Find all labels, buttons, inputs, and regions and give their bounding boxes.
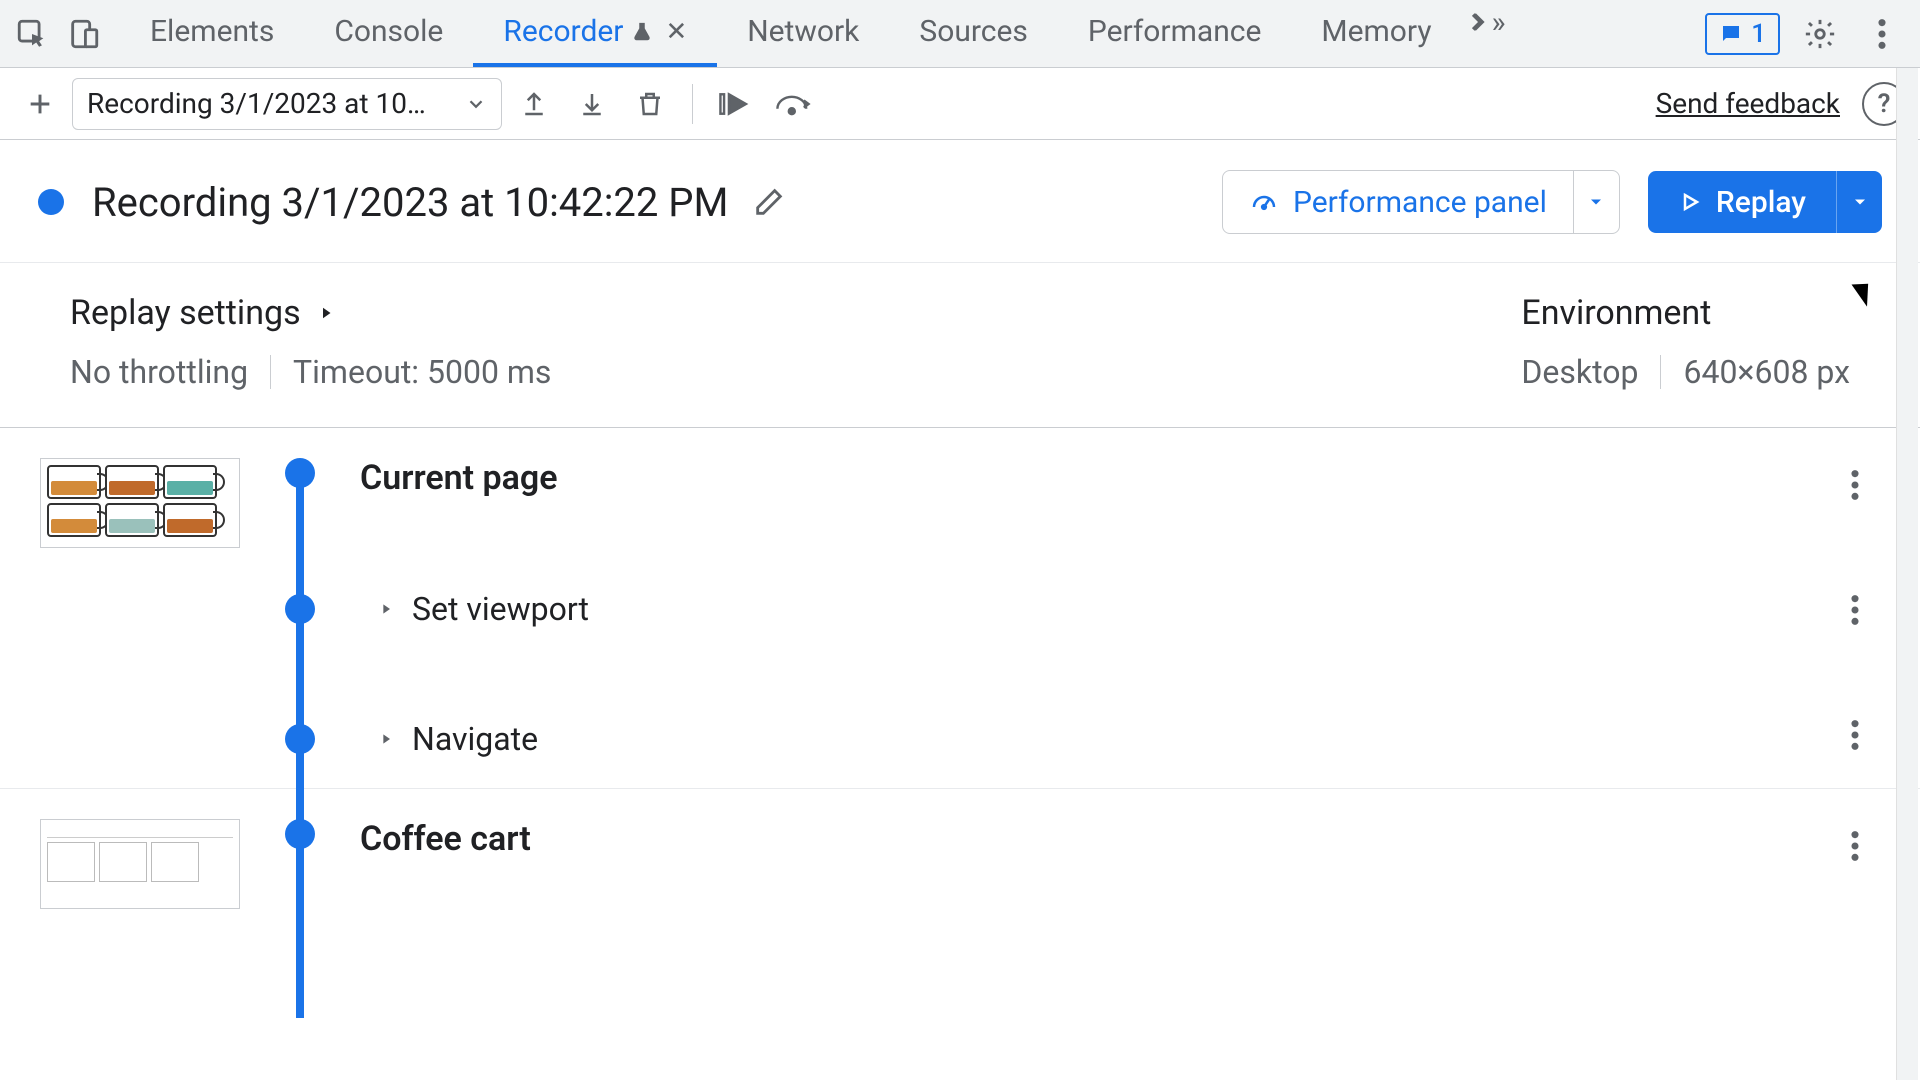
step-set-viewport[interactable]: Set viewport	[360, 590, 1880, 628]
import-icon[interactable]	[508, 78, 560, 130]
timeline-rail	[270, 458, 330, 488]
tab-memory[interactable]: Memory	[1291, 0, 1461, 67]
caret-right-icon	[378, 729, 394, 749]
recording-dropdown[interactable]: Recording 3/1/2023 at 10…	[72, 78, 502, 130]
timeline-node	[285, 819, 315, 849]
tab-elements[interactable]: Elements	[120, 0, 304, 67]
caret-right-icon	[378, 599, 394, 619]
issues-chip[interactable]: 1	[1705, 13, 1780, 55]
device-value: Desktop	[1521, 353, 1638, 391]
vertical-scrollbar[interactable]	[1896, 68, 1918, 1080]
environment-values: Desktop 640×608 px	[1521, 353, 1850, 391]
tab-recorder[interactable]: Recorder ✕	[473, 0, 717, 67]
toolbar-right: Send feedback ?	[1656, 82, 1906, 126]
step-content: Coffee cart	[360, 819, 1880, 859]
play-icon	[1678, 190, 1702, 214]
environment-section: Environment Desktop 640×608 px	[1521, 293, 1850, 391]
gauge-icon	[1249, 187, 1279, 217]
replay-button-main[interactable]: Replay	[1648, 171, 1836, 233]
recording-title: Recording 3/1/2023 at 10:42:22 PM	[92, 179, 728, 226]
recording-dropdown-label: Recording 3/1/2023 at 10…	[87, 87, 426, 120]
replay-settings-section: Replay settings No throttling Timeout: 5…	[70, 293, 551, 391]
replay-settings-label: Replay settings	[70, 293, 301, 333]
device-toolbar-icon[interactable]	[58, 8, 110, 60]
throttling-value: No throttling	[70, 353, 248, 391]
settings-gear-icon[interactable]	[1798, 12, 1842, 56]
separator	[270, 355, 271, 389]
timeline-rail	[270, 819, 330, 849]
new-recording-icon[interactable]	[14, 78, 66, 130]
tab-label: Sources	[919, 14, 1027, 49]
step-label: Set viewport	[412, 590, 589, 628]
tabstrip-right: 1	[1705, 12, 1914, 56]
tabstrip-left	[6, 8, 110, 60]
replay-step-icon[interactable]	[709, 78, 761, 130]
viewport-value: 640×608 px	[1683, 353, 1850, 391]
performance-panel-main[interactable]: Performance panel	[1223, 171, 1573, 233]
more-tabs-icon[interactable]: »	[1462, 0, 1506, 44]
replay-label: Replay	[1716, 185, 1806, 220]
close-icon[interactable]: ✕	[665, 17, 687, 47]
more-options-icon[interactable]	[1860, 12, 1904, 56]
performance-panel-dropdown[interactable]	[1573, 171, 1619, 233]
export-icon[interactable]	[566, 78, 618, 130]
step-group-current-page: Current page Set viewport Navigate	[0, 428, 1920, 788]
caret-right-icon	[317, 302, 335, 324]
timeout-value: Timeout: 5000 ms	[293, 353, 551, 391]
step-thumbnail	[40, 458, 240, 548]
step-thumbnail	[40, 819, 240, 909]
chevron-down-icon	[465, 93, 487, 115]
title-actions: Performance panel Replay	[1222, 170, 1882, 234]
recorder-toolbar: Recording 3/1/2023 at 10… Send feedback …	[0, 68, 1920, 140]
tab-label: Elements	[150, 14, 274, 49]
issues-count: 1	[1751, 19, 1766, 49]
step-menu-icon[interactable]	[1850, 718, 1860, 752]
beaker-icon	[631, 19, 653, 45]
tab-label: Memory	[1321, 14, 1431, 49]
step-label: Navigate	[412, 720, 538, 758]
tab-label: Network	[747, 14, 859, 49]
performance-panel-label: Performance panel	[1293, 185, 1547, 220]
tab-network[interactable]: Network	[717, 0, 889, 67]
send-feedback-link[interactable]: Send feedback	[1656, 87, 1840, 120]
performance-panel-button[interactable]: Performance panel	[1222, 170, 1620, 234]
step-over-icon[interactable]	[767, 78, 819, 130]
tab-label: Recorder	[503, 14, 623, 49]
tab-performance[interactable]: Performance	[1058, 0, 1292, 67]
step-menu-icon[interactable]	[1850, 468, 1860, 502]
replay-settings-heading[interactable]: Replay settings	[70, 293, 551, 333]
environment-heading: Environment	[1521, 293, 1850, 333]
replay-dropdown[interactable]	[1836, 171, 1882, 233]
step-menu-icon[interactable]	[1850, 829, 1860, 863]
timeline-node	[285, 594, 315, 624]
steps-timeline[interactable]: Current page Set viewport Navigate	[0, 428, 1920, 1018]
devtools-tabstrip: Elements Console Recorder ✕ Network Sour…	[0, 0, 1920, 68]
tab-label: Performance	[1088, 14, 1262, 49]
separator	[692, 84, 693, 124]
edit-title-icon[interactable]	[752, 185, 786, 219]
step-content: Current page Set viewport Navigate	[360, 458, 1880, 758]
recording-status-dot	[38, 189, 64, 215]
step-title: Current page	[360, 458, 1880, 498]
step-navigate[interactable]: Navigate	[360, 720, 1880, 758]
tab-console[interactable]: Console	[304, 0, 473, 67]
replay-settings-values: No throttling Timeout: 5000 ms	[70, 353, 551, 391]
tab-sources[interactable]: Sources	[889, 0, 1057, 67]
panel-tabs: Elements Console Recorder ✕ Network Sour…	[120, 0, 1506, 67]
step-title: Coffee cart	[360, 819, 1880, 859]
delete-icon[interactable]	[624, 78, 676, 130]
separator	[1660, 355, 1661, 389]
timeline-node	[285, 458, 315, 488]
timeline-node	[285, 724, 315, 754]
step-group-coffee-cart: Coffee cart	[0, 788, 1920, 939]
step-menu-icon[interactable]	[1850, 593, 1860, 627]
replay-button[interactable]: Replay	[1648, 171, 1882, 233]
inspect-element-icon[interactable]	[6, 8, 58, 60]
recording-header: Recording 3/1/2023 at 10:42:22 PM Perfor…	[0, 140, 1920, 263]
tab-label: Console	[334, 14, 443, 49]
settings-row: Replay settings No throttling Timeout: 5…	[0, 263, 1920, 428]
